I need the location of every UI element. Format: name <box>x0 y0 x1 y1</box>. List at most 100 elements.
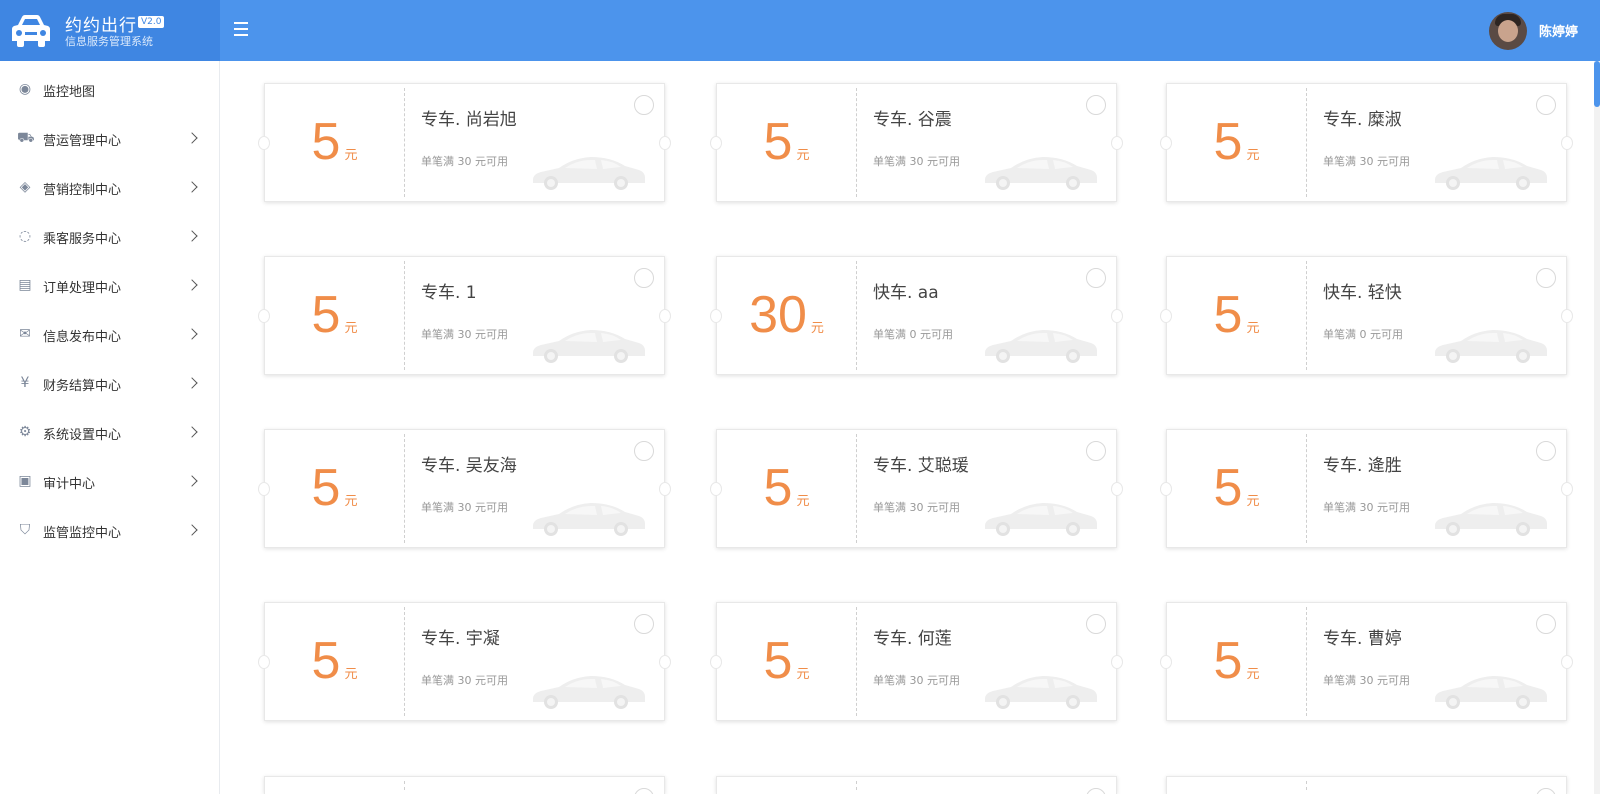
coupon-amount: 30 元 <box>717 287 856 343</box>
sidebar-item-1[interactable]: ⛟ 营运管理中心 <box>0 114 220 164</box>
coupon-select-radio[interactable] <box>634 788 654 794</box>
car-watermark-icon <box>1431 323 1551 365</box>
coupon-select-radio[interactable] <box>1086 95 1106 115</box>
coupon-card[interactable]: 5 元专车. 尚岩旭 单笔满 30 元可用 <box>258 83 671 202</box>
sidebar-item-8[interactable]: ▣ 审计中心 <box>0 457 220 507</box>
coupon-card[interactable]: 5 元专车. 1 单笔满 30 元可用 <box>258 256 671 375</box>
car-watermark-icon <box>529 323 649 365</box>
coupon-select-radio[interactable] <box>1086 614 1106 634</box>
coupon-amount-value: 5 <box>763 113 793 171</box>
coupon-select-radio[interactable] <box>634 441 654 461</box>
coupon-amount-value: 5 <box>763 459 793 517</box>
coupon-condition: 单笔满 30 元可用 <box>873 155 960 168</box>
sidebar-item-4[interactable]: ▤ 订单处理中心 <box>0 261 220 311</box>
coupon-name: 专车. 吴友海 <box>421 456 517 476</box>
coupon-amount-unit: 元 <box>796 148 810 163</box>
car-watermark-icon <box>981 669 1101 711</box>
coupon-name: 专车. 糜淑 <box>1323 110 1402 130</box>
coupon-select-radio[interactable] <box>634 268 654 288</box>
dashed-divider <box>856 434 857 543</box>
sidebar-item-7[interactable]: ⚙ 系统设置中心 <box>0 408 220 458</box>
coupon-select-radio[interactable] <box>1536 788 1556 794</box>
coupon-select-radio[interactable] <box>1536 95 1556 115</box>
coupon-amount: 5元 <box>265 460 404 516</box>
coupon-card[interactable] <box>1166 776 1567 794</box>
coupon-amount: 5元 <box>1167 460 1306 516</box>
sidebar-item-label: 监控地图 <box>43 85 96 100</box>
dashed-divider <box>856 261 857 370</box>
coupon-condition: 单笔满 30 元可用 <box>421 328 508 341</box>
sidebar-item-5[interactable]: ✉ 信息发布中心 <box>0 310 220 360</box>
sidebar-item-3[interactable]: ◌ 乘客服务中心 <box>0 212 220 262</box>
scrollbar-track[interactable] <box>1594 61 1600 794</box>
coupon-select-radio[interactable] <box>634 614 654 634</box>
car-icon: ⛟ <box>17 130 35 146</box>
sidebar-item-label: 系统设置中心 <box>43 428 122 443</box>
coupon-amount-unit: 元 <box>796 494 810 509</box>
sidebar-item-2[interactable]: ◈ 营销控制中心 <box>0 163 220 213</box>
coupon-amount-unit: 元 <box>344 667 358 682</box>
tag-icon: ◈ <box>19 179 31 195</box>
dashed-divider <box>404 261 405 370</box>
avatar[interactable] <box>1489 12 1527 50</box>
version-badge: V2.0 <box>138 16 165 28</box>
coupon-name: 专车. 逄胜 <box>1323 456 1402 476</box>
scrollbar-thumb[interactable] <box>1594 61 1600 107</box>
coupon-amount-value: 5 <box>311 632 341 690</box>
coupon-condition: 单笔满 0 元可用 <box>873 328 953 341</box>
coupon-card[interactable] <box>264 776 665 794</box>
car-watermark-icon <box>981 323 1101 365</box>
car-watermark-icon <box>529 496 649 538</box>
sidebar-item-9[interactable]: ⛉ 监管监控中心 <box>0 506 220 556</box>
coupon-select-radio[interactable] <box>1536 268 1556 288</box>
coupon-card[interactable]: 5 元专车. 谷震 单笔满 30 元可用 <box>710 83 1123 202</box>
username[interactable]: 陈婷婷 <box>1539 21 1578 40</box>
coupon-card[interactable]: 5 元专车. 逄胜单笔满 30 元可用 <box>1160 429 1573 548</box>
coupon-name: 专车. 1 <box>421 283 477 303</box>
chevron-right-icon <box>186 181 198 193</box>
map-pin-icon: ◉ <box>18 81 32 97</box>
shield-icon: ⛉ <box>19 522 31 538</box>
chevron-right-icon <box>186 377 198 389</box>
coupon-select-radio[interactable] <box>634 95 654 115</box>
car-watermark-icon <box>1431 496 1551 538</box>
coupon-amount-value: 5 <box>1213 459 1243 517</box>
coupon-condition: 单笔满 30 元可用 <box>873 674 960 687</box>
sidebar-item-0[interactable]: ◉ 监控地图 <box>0 65 220 115</box>
sidebar-item-label: 财务结算中心 <box>43 379 122 394</box>
coupon-select-radio[interactable] <box>1086 441 1106 461</box>
coupon-select-radio[interactable] <box>1086 268 1106 288</box>
coupon-card[interactable]: 5 元专车. 吴友海 单笔满 30 元可用 <box>258 429 671 548</box>
coupon-amount-value: 30 <box>749 286 807 344</box>
coupon-amount: 5元 <box>1167 287 1306 343</box>
sidebar-item-6[interactable]: ¥ 财务结算中心 <box>0 359 220 409</box>
coupon-name: 专车. 曹婷 <box>1323 629 1402 649</box>
coupon-card[interactable]: 5 元专车. 糜淑 单笔满 30 元可用 <box>1160 83 1573 202</box>
coupon-card[interactable]: 5 元专车. 宇凝 单笔满 30 元可用 <box>258 602 671 721</box>
coupon-name: 快车. aa <box>873 283 939 303</box>
chevron-right-icon <box>186 328 198 340</box>
car-watermark-icon <box>529 669 649 711</box>
coupon-amount: 5元 <box>1167 633 1306 689</box>
coupon-amount: 5元 <box>717 633 856 689</box>
coupon-condition: 单笔满 30 元可用 <box>1323 501 1410 514</box>
coupon-amount-value: 5 <box>311 459 341 517</box>
coupon-select-radio[interactable] <box>1536 614 1556 634</box>
car-watermark-icon <box>981 150 1101 192</box>
coupon-select-radio[interactable] <box>1086 788 1106 794</box>
yen-icon: ¥ <box>20 375 30 391</box>
sidebar-item-label: 营运管理中心 <box>43 134 122 149</box>
coupon-card[interactable]: 5 元快车. 轻快 单笔满 0 元可用 <box>1160 256 1573 375</box>
coupon-condition: 单笔满 0 元可用 <box>1323 328 1403 341</box>
app-subtitle: 信息服务管理系统 <box>65 35 153 48</box>
coupon-card[interactable]: 5 元专车. 何莲单笔满 30 元可用 <box>710 602 1123 721</box>
coupon-card[interactable]: 30 元快车. aa 单笔满 0 元可用 <box>710 256 1123 375</box>
coupon-card[interactable]: 5 元专车. 艾聪瑗 单笔满 30 元可用 <box>710 429 1123 548</box>
chevron-right-icon <box>186 132 198 144</box>
coupon-name: 专车. 何莲 <box>873 629 952 649</box>
coupon-condition: 单笔满 30 元可用 <box>1323 674 1410 687</box>
coupon-card[interactable]: 5 元专车. 曹婷单笔满 30 元可用 <box>1160 602 1573 721</box>
menu-toggle-button[interactable] <box>234 22 250 36</box>
coupon-card[interactable] <box>716 776 1117 794</box>
coupon-select-radio[interactable] <box>1536 441 1556 461</box>
